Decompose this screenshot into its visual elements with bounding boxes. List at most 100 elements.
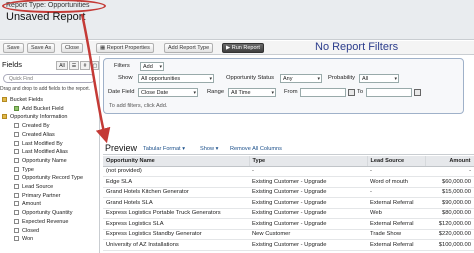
add-filter-dropdown[interactable]: Add ▾ [140,62,164,71]
to-label: To [357,89,364,95]
sidebar-field-label: Bucket Fields [10,97,44,103]
remove-all-columns-link[interactable]: Remove All Columns [230,146,282,152]
to-date-input[interactable] [366,88,412,97]
sidebar-field-item[interactable]: Last Modified By [14,140,63,148]
table-header-row: Opportunity Name Type Lead Source Amount [103,156,474,167]
table-cell: Express Logistics Portable Truck Generat… [103,208,249,219]
table-cell: University of AZ Installations [103,239,249,251]
range-select[interactable]: All Time ▾ [228,88,276,97]
view-all-button[interactable]: All [56,61,68,70]
sidebar-field-item[interactable]: Primary Partner [14,192,61,200]
report-properties-button[interactable]: ▦ Report Properties [96,43,154,53]
text-field-icon [14,227,19,233]
column-header[interactable]: Type [249,156,368,167]
date-field-select[interactable]: Close Date ▾ [138,88,198,97]
sidebar-field-label: Lead Source [22,184,54,190]
sidebar-field-item[interactable]: Opportunity Quantity [14,209,72,217]
number-field-icon [14,201,19,207]
probability-select[interactable]: All ▾ [359,74,399,83]
probability-label: Probability [328,75,356,81]
close-button[interactable]: Close [61,43,84,53]
calendar-icon[interactable] [414,89,421,96]
table-cell: Existing Customer - Upgrade [249,218,367,230]
table-row: (not provided) - - - [103,166,474,177]
report-type-label: Report Type: Opportunities [2,0,106,13]
save-as-button[interactable]: Save As [27,43,56,53]
table-cell: Existing Customer - Upgrade [249,176,367,188]
column-header[interactable]: Lead Source [367,156,426,167]
sidebar-field-item[interactable]: Bucket Fields [2,96,43,104]
sidebar-field-label: Type [22,166,34,173]
chevron-down-icon: ▾ [271,90,274,96]
table-cell: (not provided) [103,166,249,177]
chevron-down-icon: ▾ [182,146,185,152]
chevron-down-icon: ▾ [209,76,212,82]
quick-find-input[interactable]: Quick Find [3,74,95,83]
chevron-down-icon: ▾ [159,64,162,70]
table-cell: - [425,166,474,177]
sidebar-field-item[interactable]: Closed [14,227,39,235]
folder-icon [2,114,7,120]
table-row: Express Logistics Portable Truck Generat… [103,208,474,219]
show-dropdown[interactable]: Show ▾ [200,146,218,152]
opportunity-status-label: Opportunity Status [226,75,275,81]
table-cell: Grand Hotels SLA [103,197,249,209]
table-cell: Existing Customer - Upgrade [249,208,367,219]
sidebar-field-label: Expected Revenue [22,218,69,225]
calendar-icon[interactable] [348,89,355,96]
number-field-icon [14,210,19,216]
preview-table-wrap: Opportunity Name Type Lead Source Amount… [103,156,474,253]
from-date-input[interactable] [300,88,346,97]
sidebar-field-label: Opportunity Information [10,114,68,121]
add-report-type-button[interactable]: Add Report Type [164,43,214,53]
sidebar-field-item[interactable]: Opportunity Record Type [14,174,83,182]
table-cell: $120,000.00 [425,218,474,230]
date-fields-filter-icon[interactable]: ▢ [91,61,99,70]
text-field-icon [14,131,19,137]
sidebar-field-item[interactable]: Opportunity Name [14,157,67,165]
table-cell: New Customer [249,229,367,240]
table-cell: Express Logistics SLA [103,218,249,230]
show-select[interactable]: All opportunities ▾ [138,74,214,83]
column-header[interactable]: Amount [425,156,474,167]
sidebar-field-item[interactable]: Created Alias [14,131,55,139]
table-cell: - [249,166,367,177]
number-fields-filter-icon[interactable]: # [80,61,90,70]
fields-sidebar: Fields All ☰ # ▢ Quick Find Drag and dro… [0,56,100,253]
table-cell: Express Logistics Standby Generator [103,229,249,240]
opportunity-status-select[interactable]: Any ▾ [280,74,322,83]
save-button[interactable]: Save [3,43,24,53]
column-header[interactable]: Opportunity Name [103,156,250,167]
table-cell: $80,000.00 [425,208,474,219]
text-fields-filter-icon[interactable]: ☰ [69,61,79,70]
table-cell: External Referral [367,197,425,209]
text-field-icon [14,123,19,129]
sidebar-field-item[interactable]: Expected Revenue [14,218,68,226]
sidebar-field-item[interactable]: Won [14,235,33,243]
run-report-button[interactable]: ▶ Run Report [222,43,264,53]
table-row: Express Logistics SLA Existing Customer -… [103,218,474,230]
table-row: Express Logistics Standby Generator New C… [103,229,474,240]
number-field-icon [14,218,19,224]
sidebar-field-item[interactable]: Add Bucket Field [14,105,64,113]
sidebar-field-label: Add Bucket Field [22,105,64,112]
table-cell: Edge SLA [103,176,249,188]
table-cell: $60,000.00 [425,176,474,188]
table-cell: $90,000.00 [425,197,474,209]
annotation-text: No Report Filters [315,41,399,53]
table-row: University of AZ Installations Existing C… [103,239,474,251]
table-cell: External Referral [367,239,425,251]
sidebar-field-label: Amount [22,201,41,208]
sidebar-field-item[interactable]: Opportunity Information [2,113,67,121]
table-cell: Trade Show [367,229,425,240]
sidebar-field-label: Primary Partner [22,192,61,199]
folder-icon [2,97,7,103]
format-dropdown[interactable]: Tabular Format ▾ [143,146,185,152]
sidebar-field-item[interactable]: Amount [14,200,41,208]
sidebar-field-item[interactable]: Type [14,166,34,174]
toolbar: Save Save As Close ▦ Report Properties A… [0,41,474,55]
table-row: Grand Hotels Kitchen Generator Existing C… [103,187,474,198]
sidebar-field-item[interactable]: Last Modified Alias [14,148,68,156]
sidebar-field-item[interactable]: Lead Source [14,183,53,191]
sidebar-field-item[interactable]: Created By [14,122,50,130]
